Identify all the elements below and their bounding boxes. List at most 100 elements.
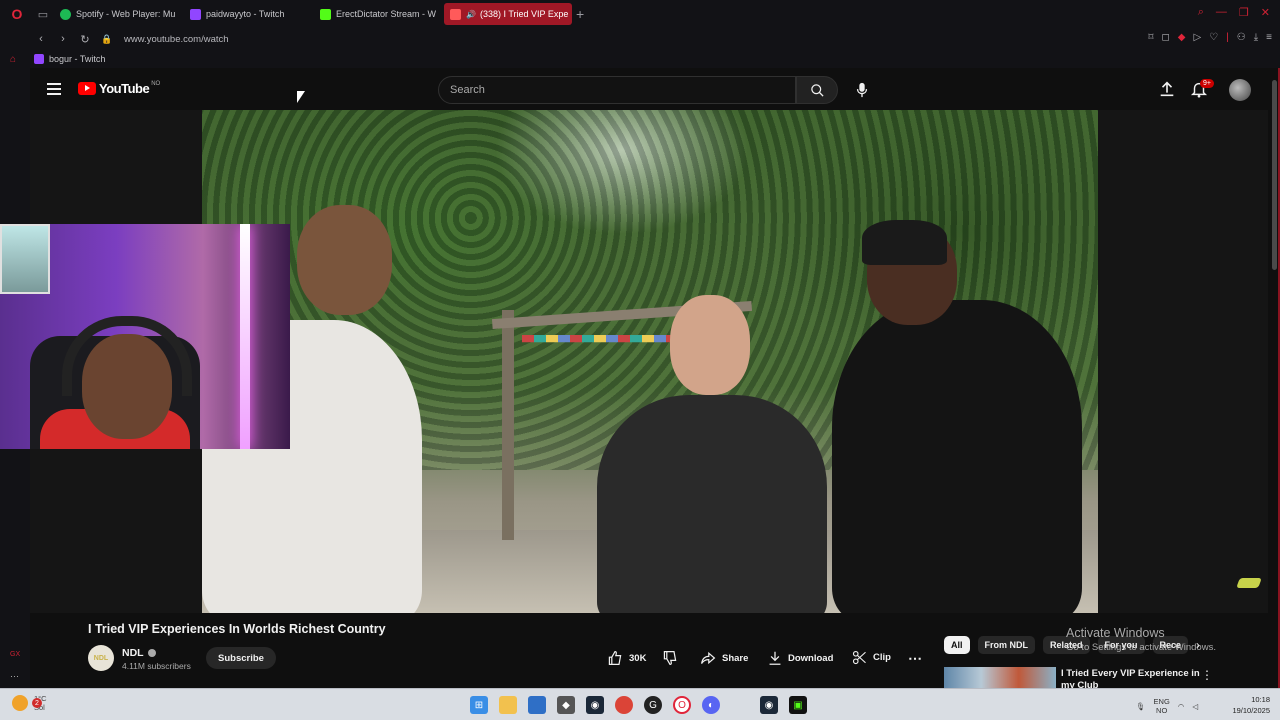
wifi-icon[interactable]: ◠ — [1178, 702, 1185, 711]
opera-gx-icon[interactable]: O — [673, 696, 691, 714]
hamburger-menu-icon[interactable] — [47, 83, 61, 95]
thumbs-down-icon — [663, 651, 677, 666]
recommendation-thumbnail[interactable] — [944, 667, 1056, 688]
language-code: ENG — [1153, 697, 1170, 706]
microphone-icon — [856, 82, 868, 98]
kick-app-icon[interactable]: ▣ — [789, 696, 807, 714]
webcam-overlay — [0, 224, 290, 449]
window-controls: ⌕ — ❐ ✕ — [1198, 6, 1270, 19]
back-button[interactable]: ‹ — [32, 33, 50, 45]
scrollbar-thumb[interactable] — [1272, 80, 1277, 270]
account-icon[interactable]: ⚇ — [1237, 32, 1246, 43]
mouse-cursor-icon — [297, 91, 305, 103]
store-icon[interactable] — [528, 696, 546, 714]
microphone-tray-icon[interactable]: 🎙 — [1136, 702, 1146, 711]
clip-button[interactable]: Clip — [852, 650, 891, 665]
steam-icon[interactable]: ◉ — [586, 696, 604, 714]
chip-all[interactable]: All — [944, 636, 970, 654]
avatar[interactable] — [1229, 79, 1251, 101]
scissors-icon — [852, 650, 866, 665]
taskbar-apps: ⊞ ◆ ◉ G O ◐ ◉ ▣ — [470, 696, 807, 714]
thumbs-up-icon — [608, 650, 622, 665]
twitch-icon — [34, 54, 44, 64]
reload-button[interactable]: ↻ — [76, 33, 94, 46]
twitch-icon — [190, 8, 201, 20]
search-tabs-icon[interactable]: ⌕ — [1198, 6, 1204, 19]
chrome-icon[interactable] — [615, 696, 633, 714]
heart-icon[interactable]: ♡ — [1209, 32, 1218, 43]
search-button[interactable] — [796, 76, 838, 104]
player-icon[interactable]: ▷ — [1193, 32, 1201, 43]
page-scrollbar[interactable] — [1270, 70, 1278, 688]
video-corner-object — [1236, 578, 1262, 588]
recommendation-menu-icon[interactable]: ⋮ — [1201, 668, 1213, 682]
like-button[interactable]: 30K — [607, 650, 646, 666]
video-player[interactable] — [202, 110, 1098, 613]
subscribe-button[interactable]: Subscribe — [206, 647, 276, 669]
restore-button[interactable]: ❐ — [1239, 6, 1249, 19]
video-title: I Tried VIP Experiences In Worlds Riches… — [88, 622, 386, 636]
app-icon[interactable]: ◆ — [557, 696, 575, 714]
file-explorer-icon[interactable] — [499, 696, 517, 714]
discord-icon[interactable]: ◐ — [702, 696, 720, 714]
bookmark-item[interactable]: bogur - Twitch — [34, 54, 105, 64]
tab-spotify[interactable]: Spotify - Web Player: Mu — [54, 3, 182, 25]
tab-kick[interactable]: ErectDictator Stream - W — [314, 3, 442, 25]
lock-icon: 🔒 — [101, 33, 113, 44]
verified-icon — [147, 649, 156, 657]
bookmark-bar: ⌂ bogur - Twitch — [0, 50, 1280, 68]
sun-icon — [12, 695, 28, 711]
snapshot-icon[interactable]: ◻ — [1161, 32, 1169, 43]
weather-widget[interactable]: 2 1°C Sol — [12, 694, 47, 712]
create-button[interactable] — [1158, 80, 1178, 100]
video-person-right — [832, 300, 1082, 613]
tab-label: Spotify - Web Player: Mu — [76, 9, 176, 19]
opera-logo-icon[interactable]: O — [6, 3, 28, 25]
divider-icon: | — [1226, 32, 1229, 43]
youtube-wordmark: YouTube — [99, 81, 150, 96]
share-button[interactable]: Share — [700, 650, 748, 666]
speed-dial-icon[interactable]: ⌂ — [10, 54, 24, 65]
download-icon[interactable]: ⤓ — [1254, 32, 1258, 43]
download-button[interactable]: Download — [768, 650, 833, 666]
tab-menu-icon[interactable]: ▭ — [34, 5, 52, 23]
search-input[interactable]: Search — [438, 76, 796, 104]
new-tab-button[interactable]: + — [576, 6, 584, 22]
minimize-button[interactable]: — — [1216, 6, 1227, 19]
github-icon[interactable]: G — [644, 696, 662, 714]
subscriber-count: 4.11M subscribers — [122, 661, 191, 671]
download-label: Download — [788, 652, 834, 664]
url-field[interactable]: www.youtube.com/watch — [124, 34, 229, 45]
tab-youtube[interactable]: 🔊 (338) I Tried VIP Expe — [444, 3, 572, 25]
steam-icon-2[interactable]: ◉ — [760, 696, 778, 714]
channel-name[interactable]: NDL — [122, 647, 156, 659]
recommendation-title[interactable]: I Tried Every VIP Experience in my Club — [1061, 668, 1201, 688]
easy-setup-icon[interactable]: ≡ — [1266, 32, 1272, 43]
language-indicator[interactable]: ENG NO — [1154, 697, 1170, 715]
bookmark-label: bogur - Twitch — [49, 54, 106, 64]
more-actions-icon[interactable]: ⋯ — [908, 650, 922, 667]
more-icon[interactable]: ⋯ — [10, 671, 19, 682]
volume-icon[interactable]: ◁ — [1192, 702, 1198, 711]
start-icon[interactable]: ⊞ — [470, 696, 488, 714]
vpn-icon[interactable]: ◆ — [1178, 32, 1186, 43]
youtube-icon — [450, 8, 461, 20]
forward-button[interactable]: › — [54, 33, 72, 45]
speaker-icon[interactable]: 🔊 — [466, 10, 476, 19]
chip-from-channel[interactable]: From NDL — [977, 636, 1036, 654]
channel-avatar[interactable]: NDL — [88, 645, 114, 671]
region-code: NO — [151, 80, 161, 87]
dislike-button[interactable] — [662, 650, 684, 666]
watermark-line-1: Activate Windows — [1066, 626, 1165, 640]
notification-badge: 9+ — [1200, 79, 1214, 88]
clock-time: 10:18 — [1251, 695, 1270, 704]
gx-control-label[interactable]: GX — [10, 651, 20, 658]
tab-twitch[interactable]: paidwayyto - Twitch — [184, 3, 312, 25]
voice-search-button[interactable] — [852, 80, 872, 100]
address-bar-tools: ⌑ ◻ ◆ ▷ ♡ | ⚇ ⤓ ≡ — [1148, 32, 1272, 43]
youtube-logo[interactable]: YouTube NO — [78, 81, 160, 96]
clock[interactable]: 10:18 19/10/2025 — [1224, 694, 1270, 716]
keyboard-layout: NO — [1156, 706, 1168, 715]
close-button[interactable]: ✕ — [1261, 6, 1270, 19]
pin-icon[interactable]: ⌑ — [1148, 32, 1153, 43]
